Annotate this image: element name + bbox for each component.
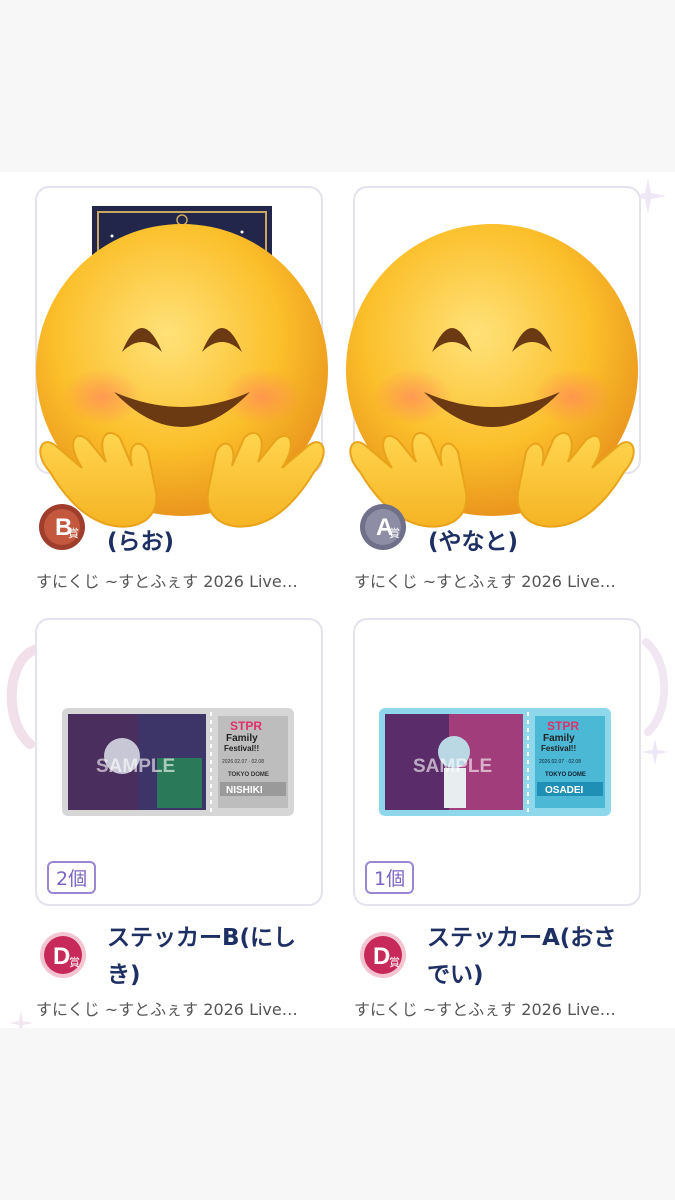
svg-text:STPR: STPR <box>547 719 579 733</box>
rank-d-badge-icon: D 賞 <box>360 932 406 978</box>
item-card-3[interactable]: SAMPLE STPR Family Festival!! 2026.02.07… <box>35 618 323 906</box>
item-title-4-line2: でい) <box>427 962 484 988</box>
svg-text:Family: Family <box>543 733 575 744</box>
svg-text:Festival!!: Festival!! <box>224 744 259 753</box>
item-subtitle-1: すにくじ ~すとふぇす 2026 Live… <box>36 572 298 591</box>
quantity-badge: 1個 <box>365 861 415 894</box>
svg-text:SAMPLE: SAMPLE <box>413 756 492 777</box>
svg-text:賞: 賞 <box>68 527 79 540</box>
svg-text:STPR: STPR <box>230 719 262 733</box>
item-title-3-line2: き) <box>107 962 141 988</box>
arc-decoration <box>6 645 39 749</box>
svg-text:D: D <box>53 943 70 970</box>
svg-text:2026.02.07 · 02.08: 2026.02.07 · 02.08 <box>222 759 264 765</box>
svg-text:2026.02.07 · 02.08: 2026.02.07 · 02.08 <box>539 759 581 765</box>
svg-text:D: D <box>373 943 390 970</box>
svg-text:Family: Family <box>226 733 258 744</box>
rank-badge-b: B 賞 <box>37 502 87 552</box>
svg-text:賞: 賞 <box>389 956 400 969</box>
smiling-face-with-open-hands-icon <box>36 224 328 528</box>
svg-text:TOKYO DOME: TOKYO DOME <box>545 772 586 778</box>
item-subtitle-3: すにくじ ~すとふぇす 2026 Live… <box>36 1000 298 1019</box>
item-title-1[interactable]: (らお) <box>107 524 317 561</box>
item-title-4-line1: ステッカーA(おさ <box>427 925 617 951</box>
item-subtitle-2: すにくじ ~すとふぇす 2026 Live… <box>354 572 616 591</box>
item-title-2[interactable]: (やなと) <box>428 524 638 561</box>
item-card-4[interactable]: SAMPLE STPR Family Festival!! 2026.02.07… <box>353 618 641 906</box>
quantity-badge: 2個 <box>47 861 97 894</box>
item-title-3-line1: ステッカーB(にし <box>107 925 297 951</box>
sticker-a-image: SAMPLE STPR Family Festival!! 2026.02.07… <box>379 708 611 816</box>
sparkle-decoration-icon <box>9 1011 33 1028</box>
rank-badge-a: A 賞 <box>358 502 408 552</box>
item-grid: B 賞 (らお) すにくじ ~すとふぇす 2026 Live… A 賞 (やなと… <box>0 172 675 1028</box>
svg-text:TOKYO DOME: TOKYO DOME <box>228 772 269 778</box>
svg-text:SAMPLE: SAMPLE <box>96 756 175 777</box>
rank-badge-d: D 賞 <box>358 930 408 980</box>
sticker-b-image: SAMPLE STPR Family Festival!! 2026.02.07… <box>62 708 294 816</box>
arc-decoration <box>642 638 669 736</box>
rank-a-badge-icon: A 賞 <box>360 504 406 550</box>
svg-text:Festival!!: Festival!! <box>541 744 576 753</box>
rank-badge-d: D 賞 <box>38 930 88 980</box>
item-title-3[interactable]: ステッカーB(にし き) <box>107 920 317 994</box>
smiling-face-with-open-hands-icon <box>346 224 638 528</box>
rank-b-badge-icon: B 賞 <box>39 504 85 550</box>
svg-text:NISHIKI: NISHIKI <box>226 785 263 796</box>
svg-text:賞: 賞 <box>69 956 80 969</box>
svg-text:OSADEI: OSADEI <box>545 785 584 796</box>
item-subtitle-4: すにくじ ~すとふぇす 2026 Live… <box>354 1000 616 1019</box>
svg-text:賞: 賞 <box>389 527 400 540</box>
item-title-4[interactable]: ステッカーA(おさ でい) <box>427 920 637 994</box>
rank-d-badge-icon: D 賞 <box>40 932 86 978</box>
